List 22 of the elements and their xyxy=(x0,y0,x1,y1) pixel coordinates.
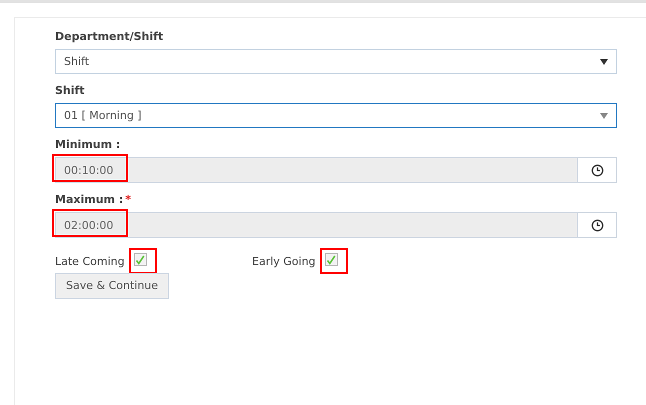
caret-icon xyxy=(600,112,608,118)
time-field[interactable]: 00:10:00 xyxy=(55,157,578,183)
clock-icon xyxy=(590,164,604,176)
field-label: Maximum : xyxy=(55,193,124,206)
dropdown[interactable]: Shift xyxy=(55,49,617,74)
clock-button[interactable] xyxy=(578,157,617,183)
caret-icon xyxy=(600,58,608,64)
checkbox-label: Early Going xyxy=(252,254,316,268)
checkbox[interactable] xyxy=(134,253,147,266)
clock-button[interactable] xyxy=(578,212,617,238)
check-icon xyxy=(135,254,146,264)
clock-icon xyxy=(590,218,604,232)
dropdown[interactable]: 01 [ Morning ] xyxy=(55,103,617,128)
field-label: Minimum : xyxy=(55,138,122,151)
field-label: Shift xyxy=(55,84,86,97)
checkbox[interactable] xyxy=(324,253,338,266)
check-icon xyxy=(326,254,336,264)
required-mark: * xyxy=(125,193,131,206)
checkbox-label: Late Coming xyxy=(55,254,125,268)
time-field[interactable]: 02:00:00 xyxy=(55,212,578,238)
save-continue-button[interactable]: Save & Continue xyxy=(55,272,170,298)
field-label: Department/Shift xyxy=(55,30,164,43)
